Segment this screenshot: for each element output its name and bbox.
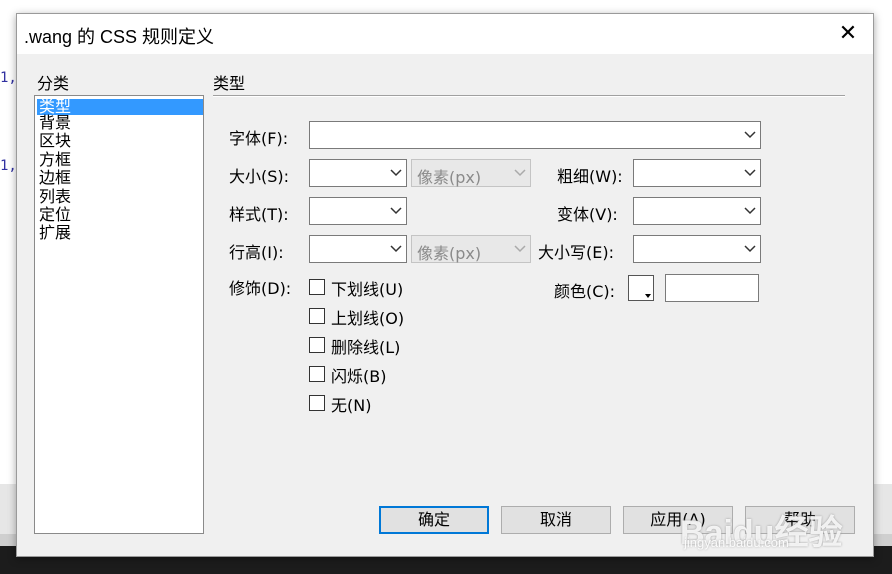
css-rule-definition-dialog: .wang 的 CSS 规则定义 ✕ 分类 类型 背景 区块 方框 边框 列表 … xyxy=(16,13,874,557)
chevron-down-icon xyxy=(514,245,526,254)
chevron-down-icon xyxy=(390,169,402,178)
line-through-checkbox[interactable] xyxy=(309,337,325,353)
text-transform-label: 大小写(E): xyxy=(538,243,614,262)
none-checkbox[interactable] xyxy=(309,395,325,411)
weight-select[interactable] xyxy=(633,159,761,187)
chevron-down-icon xyxy=(390,245,402,254)
category-item-positioning[interactable]: 定位 xyxy=(39,207,71,223)
text-transform-select[interactable] xyxy=(633,235,761,263)
dialog-title: .wang 的 CSS 规则定义 xyxy=(24,27,215,47)
category-item-border[interactable]: 边框 xyxy=(39,170,71,186)
category-item-block[interactable]: 区块 xyxy=(39,133,71,149)
category-item-extensions[interactable]: 扩展 xyxy=(39,225,71,241)
chevron-down-icon xyxy=(744,131,756,140)
dialog-titlebar[interactable]: .wang 的 CSS 规则定义 ✕ xyxy=(17,14,873,54)
variant-label: 变体(V): xyxy=(557,205,618,224)
overline-label[interactable]: 上划线(O) xyxy=(331,305,404,329)
line-height-unit-select: 像素(px) xyxy=(411,235,531,263)
size-select[interactable] xyxy=(309,159,407,187)
category-list[interactable]: 类型 背景 区块 方框 边框 列表 定位 扩展 xyxy=(34,95,204,534)
variant-select[interactable] xyxy=(633,197,761,225)
line-through-label[interactable]: 删除线(L) xyxy=(331,334,400,358)
category-item-background[interactable]: 背景 xyxy=(39,115,71,131)
baidu-watermark: Baidu经验 jingyan.baidu.com xyxy=(680,505,842,554)
font-family-select[interactable] xyxy=(309,121,761,149)
underline-label[interactable]: 下划线(U) xyxy=(331,276,403,300)
weight-label: 粗细(W): xyxy=(557,167,623,186)
blink-label[interactable]: 闪烁(B) xyxy=(331,363,386,387)
close-icon[interactable]: ✕ xyxy=(837,23,859,45)
category-item-box[interactable]: 方框 xyxy=(39,152,71,168)
chevron-down-icon xyxy=(744,169,756,178)
color-label: 颜色(C): xyxy=(554,282,616,301)
category-item-list[interactable]: 列表 xyxy=(39,189,71,205)
color-hex-input[interactable] xyxy=(665,274,759,302)
size-label: 大小(S): xyxy=(229,167,290,186)
chevron-down-icon xyxy=(514,169,526,178)
code-fragment: 1, xyxy=(0,70,17,86)
category-header: 分类 xyxy=(37,74,70,93)
line-height-label: 行高(I): xyxy=(229,243,284,262)
style-select[interactable] xyxy=(309,197,407,225)
overline-checkbox[interactable] xyxy=(309,308,325,324)
font-family-label: 字体(F): xyxy=(229,129,289,148)
code-fragment: 1, xyxy=(0,158,17,174)
dropdown-arrow-icon xyxy=(645,294,651,298)
none-label[interactable]: 无(N) xyxy=(331,392,371,416)
section-divider xyxy=(213,95,845,97)
underline-checkbox[interactable] xyxy=(309,279,325,295)
section-title: 类型 xyxy=(213,74,246,93)
color-picker-button[interactable] xyxy=(628,275,654,301)
watermark-url: jingyan.baidu.com xyxy=(684,535,789,550)
style-label: 样式(T): xyxy=(229,205,289,224)
chevron-down-icon xyxy=(744,245,756,254)
cancel-button[interactable]: 取消 xyxy=(501,506,611,534)
blink-checkbox[interactable] xyxy=(309,366,325,382)
chevron-down-icon xyxy=(744,207,756,216)
size-unit-select: 像素(px) xyxy=(411,159,531,187)
decoration-label: 修饰(D): xyxy=(229,279,292,298)
chevron-down-icon xyxy=(390,207,402,216)
ok-button[interactable]: 确定 xyxy=(379,506,489,534)
line-height-select[interactable] xyxy=(309,235,407,263)
